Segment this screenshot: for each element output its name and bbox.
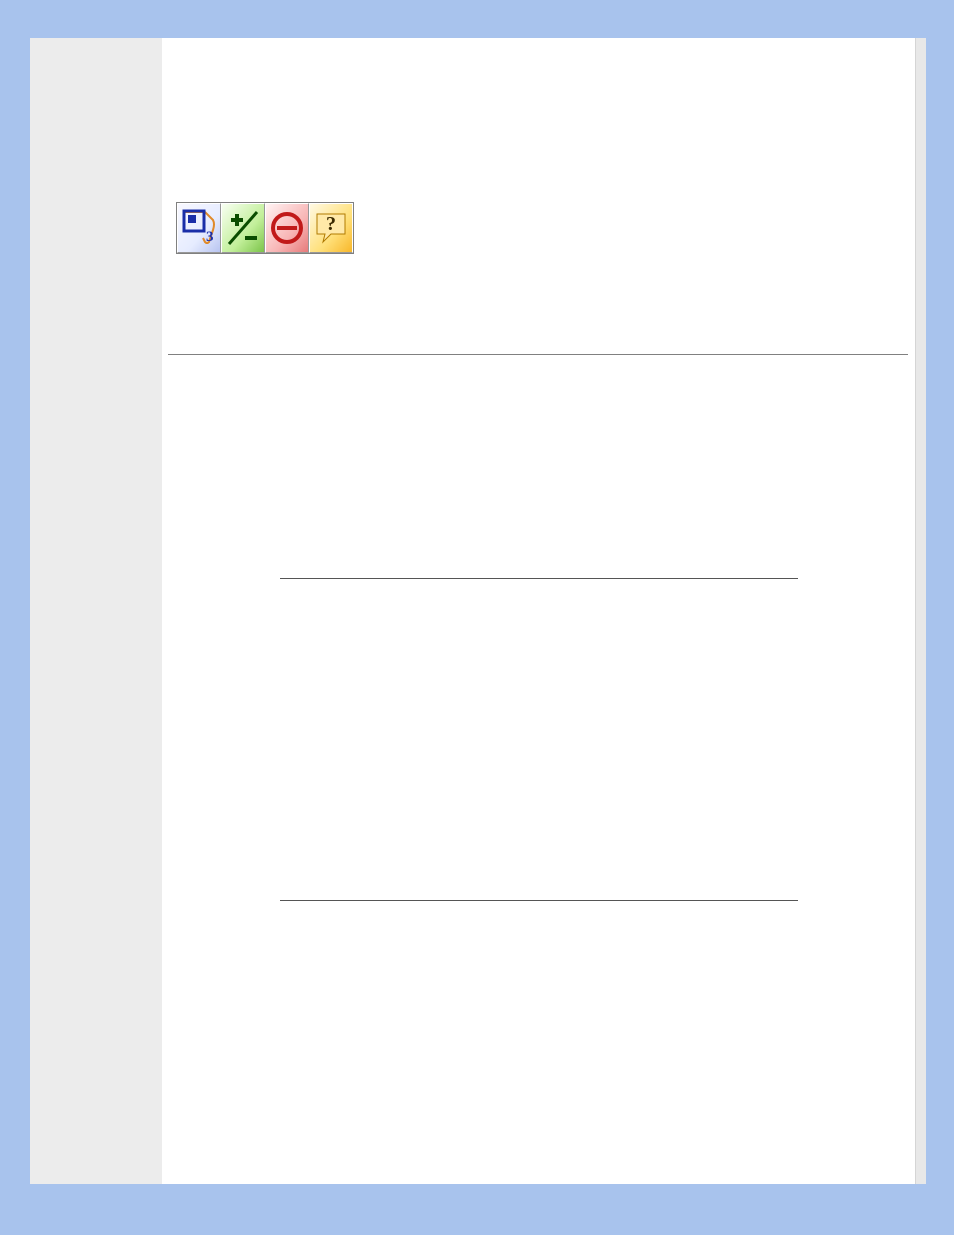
layout-badge: 3 — [206, 229, 214, 245]
sidebar — [30, 38, 162, 1184]
layout-button[interactable]: 3 — [177, 203, 221, 253]
no-entry-button[interactable] — [265, 203, 309, 253]
divider-3 — [280, 900, 798, 901]
plus-minus-icon — [225, 208, 261, 248]
plus-minus-button[interactable] — [221, 203, 265, 253]
help-badge: ? — [326, 213, 336, 235]
divider-2 — [280, 578, 798, 579]
divider-1 — [168, 354, 908, 355]
page-root: 3 — [0, 0, 954, 1235]
app-frame: 3 — [30, 38, 926, 1184]
toolbar: 3 — [176, 202, 354, 254]
scrollbar[interactable] — [915, 38, 926, 1184]
no-entry-icon — [269, 208, 305, 248]
layout-icon: 3 — [181, 208, 217, 248]
help-button[interactable]: ? — [309, 203, 353, 253]
content-area: 3 — [162, 38, 926, 1184]
help-icon: ? — [313, 208, 349, 248]
